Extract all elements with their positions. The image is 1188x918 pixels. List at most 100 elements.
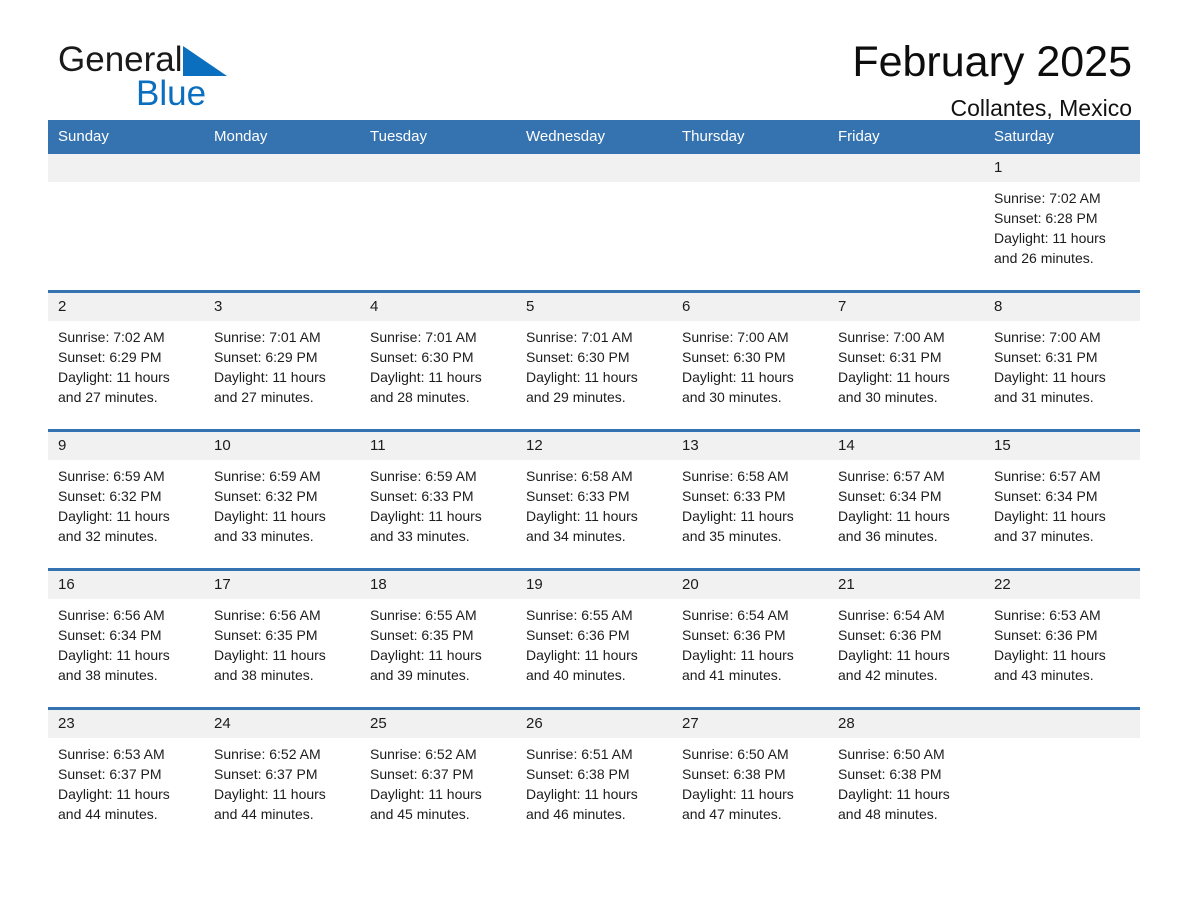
sunset-text: Sunset: 6:29 PM [214, 349, 318, 365]
weekday-header-sunday: Sunday [48, 120, 204, 154]
location-subtitle: Collantes, Mexico [950, 95, 1132, 122]
day-number[interactable]: 16 [48, 568, 204, 599]
sunset-text: Sunset: 6:32 PM [58, 488, 162, 504]
daylight-text-line1: Daylight: 11 hours [526, 647, 638, 663]
daylight-text-line1: Daylight: 11 hours [370, 647, 482, 663]
daylight-text-line2: and 27 minutes. [58, 389, 158, 405]
day-number[interactable] [204, 154, 360, 182]
day-number[interactable] [828, 154, 984, 182]
daylight-text-line2: and 48 minutes. [838, 806, 938, 822]
day-number[interactable]: 26 [516, 707, 672, 738]
day-number[interactable]: 20 [672, 568, 828, 599]
daylight-text-line2: and 44 minutes. [58, 806, 158, 822]
sunrise-text: Sunrise: 6:50 AM [838, 746, 945, 762]
daylight-text-line1: Daylight: 11 hours [994, 230, 1106, 246]
day-number[interactable]: 23 [48, 707, 204, 738]
day-number[interactable]: 24 [204, 707, 360, 738]
day-number[interactable]: 17 [204, 568, 360, 599]
daylight-text-line2: and 42 minutes. [838, 667, 938, 683]
day-details: Sunrise: 7:02 AM Sunset: 6:29 PM Dayligh… [48, 321, 204, 431]
sunrise-text: Sunrise: 6:52 AM [370, 746, 477, 762]
sunset-text: Sunset: 6:37 PM [58, 766, 162, 782]
daylight-text-line2: and 26 minutes. [994, 250, 1094, 266]
day-number[interactable]: 18 [360, 568, 516, 599]
weekday-header-friday: Friday [828, 120, 984, 154]
daylight-text-line2: and 29 minutes. [526, 389, 626, 405]
sunset-text: Sunset: 6:32 PM [214, 488, 318, 504]
day-number[interactable]: 28 [828, 707, 984, 738]
day-number[interactable]: 11 [360, 429, 516, 460]
day-details: Sunrise: 6:55 AM Sunset: 6:35 PM Dayligh… [360, 599, 516, 709]
sunset-text: Sunset: 6:31 PM [994, 349, 1098, 365]
day-number[interactable]: 19 [516, 568, 672, 599]
weekday-header-wednesday: Wednesday [516, 120, 672, 154]
day-number[interactable]: 4 [360, 290, 516, 321]
day-number[interactable] [984, 707, 1140, 738]
day-details [48, 182, 204, 292]
day-details: Sunrise: 6:53 AM Sunset: 6:36 PM Dayligh… [984, 599, 1140, 709]
sunset-text: Sunset: 6:37 PM [214, 766, 318, 782]
day-details [204, 182, 360, 292]
day-number[interactable]: 8 [984, 290, 1140, 321]
day-number[interactable] [48, 154, 204, 182]
day-number[interactable]: 3 [204, 290, 360, 321]
week-row: 2 3 4 5 6 7 8 [48, 290, 1140, 321]
sunrise-text: Sunrise: 6:55 AM [370, 607, 477, 623]
day-details: Sunrise: 6:58 AM Sunset: 6:33 PM Dayligh… [672, 460, 828, 570]
sunset-text: Sunset: 6:36 PM [526, 627, 630, 643]
daylight-text-line1: Daylight: 11 hours [214, 647, 326, 663]
daylight-text-line1: Daylight: 11 hours [214, 369, 326, 385]
weekday-header-row: Sunday Monday Tuesday Wednesday Thursday… [48, 120, 1140, 154]
sunset-text: Sunset: 6:35 PM [214, 627, 318, 643]
daylight-text-line2: and 38 minutes. [214, 667, 314, 683]
day-number[interactable] [672, 154, 828, 182]
sunset-text: Sunset: 6:36 PM [838, 627, 942, 643]
day-details: Sunrise: 6:52 AM Sunset: 6:37 PM Dayligh… [204, 738, 360, 846]
day-number[interactable]: 6 [672, 290, 828, 321]
daylight-text-line2: and 32 minutes. [58, 528, 158, 544]
day-number[interactable]: 15 [984, 429, 1140, 460]
sunrise-text: Sunrise: 7:00 AM [994, 329, 1101, 345]
daylight-text-line1: Daylight: 11 hours [994, 369, 1106, 385]
general-blue-logo[interactable]: General Blue [58, 42, 358, 122]
day-number[interactable]: 7 [828, 290, 984, 321]
sunrise-text: Sunrise: 7:01 AM [214, 329, 321, 345]
day-number[interactable] [360, 154, 516, 182]
week-detail-row: Sunrise: 6:53 AM Sunset: 6:37 PM Dayligh… [48, 738, 1140, 846]
day-number[interactable]: 21 [828, 568, 984, 599]
day-number[interactable]: 22 [984, 568, 1140, 599]
day-details: Sunrise: 6:59 AM Sunset: 6:32 PM Dayligh… [204, 460, 360, 570]
day-number[interactable]: 1 [984, 154, 1140, 182]
day-number[interactable]: 25 [360, 707, 516, 738]
day-number[interactable] [516, 154, 672, 182]
sunset-text: Sunset: 6:30 PM [526, 349, 630, 365]
day-number[interactable]: 12 [516, 429, 672, 460]
day-number[interactable]: 9 [48, 429, 204, 460]
day-details: Sunrise: 6:59 AM Sunset: 6:32 PM Dayligh… [48, 460, 204, 570]
daylight-text-line2: and 28 minutes. [370, 389, 470, 405]
daylight-text-line2: and 30 minutes. [682, 389, 782, 405]
day-number[interactable]: 14 [828, 429, 984, 460]
week-detail-row: Sunrise: 6:56 AM Sunset: 6:34 PM Dayligh… [48, 599, 1140, 709]
daylight-text-line1: Daylight: 11 hours [58, 508, 170, 524]
logo-word-general: General [58, 40, 183, 79]
day-details [516, 182, 672, 292]
week-row: 16 17 18 19 20 21 22 [48, 568, 1140, 599]
sunset-text: Sunset: 6:33 PM [370, 488, 474, 504]
day-details: Sunrise: 6:52 AM Sunset: 6:37 PM Dayligh… [360, 738, 516, 846]
day-number[interactable]: 27 [672, 707, 828, 738]
daylight-text-line2: and 37 minutes. [994, 528, 1094, 544]
day-details: Sunrise: 6:54 AM Sunset: 6:36 PM Dayligh… [828, 599, 984, 709]
sunrise-text: Sunrise: 6:53 AM [994, 607, 1101, 623]
day-number[interactable]: 2 [48, 290, 204, 321]
daylight-text-line2: and 39 minutes. [370, 667, 470, 683]
sunrise-text: Sunrise: 7:01 AM [526, 329, 633, 345]
weekday-header-thursday: Thursday [672, 120, 828, 154]
daylight-text-line2: and 38 minutes. [58, 667, 158, 683]
day-number[interactable]: 5 [516, 290, 672, 321]
day-number[interactable]: 10 [204, 429, 360, 460]
page-header: General Blue February 2025 Collantes, Me… [48, 0, 1140, 122]
sunset-text: Sunset: 6:34 PM [838, 488, 942, 504]
day-number[interactable]: 13 [672, 429, 828, 460]
daylight-text-line1: Daylight: 11 hours [58, 786, 170, 802]
